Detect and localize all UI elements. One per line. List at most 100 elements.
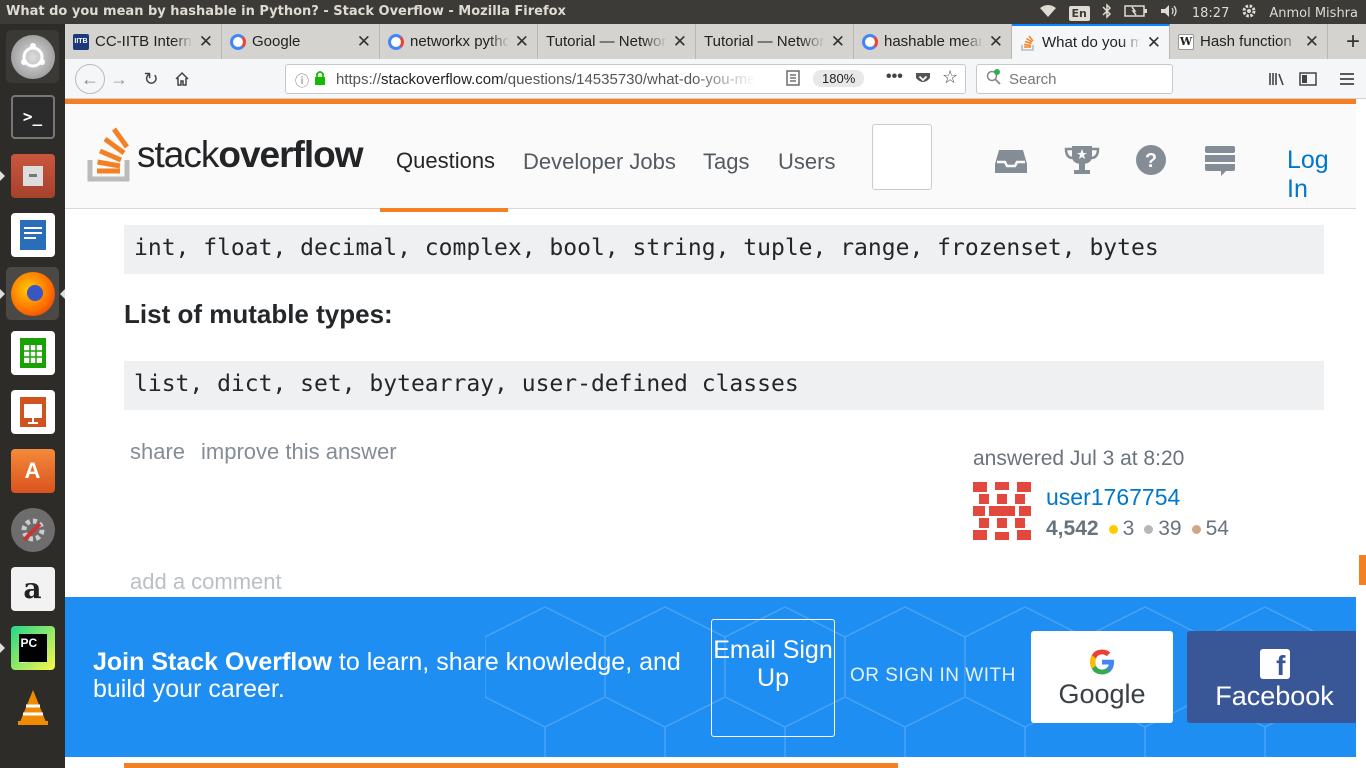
battery-icon[interactable] [1124,5,1148,21]
email-signup-button[interactable]: Email Sign Up [711,619,835,737]
share-link[interactable]: share [130,439,185,465]
settings-wrench-icon [10,507,55,552]
pocket-icon[interactable] [915,70,931,90]
search-bar[interactable]: Search [976,64,1173,94]
launcher-software-center[interactable]: A [6,444,59,497]
bookmark-star-icon[interactable]: ☆ [942,67,958,88]
launcher-calc[interactable] [6,326,59,379]
tab-hash-function[interactable]: W Hash function ✕ [1170,24,1328,59]
tab-networkx[interactable]: networkx python ✕ [380,24,538,59]
new-tab-plus-icon[interactable]: + [1346,28,1360,56]
nav-questions[interactable]: Questions [396,148,495,174]
volume-icon[interactable] [1160,4,1180,22]
shopping-bag-icon: A [10,448,55,493]
header-search-box[interactable] [872,124,932,190]
settings-gear-icon[interactable] [1241,3,1257,23]
tab-close-icon[interactable]: ✕ [989,32,1003,52]
system-tray: En 18:27 Anmol Mishra [1039,3,1358,23]
wifi-icon[interactable] [1039,4,1057,22]
answer-username[interactable]: user1767754 [1046,484,1180,511]
bronze-badge-count: 54 [1205,517,1229,540]
so-wordmark[interactable]: stackoverflow [137,134,364,176]
nav-users[interactable]: Users [778,149,835,175]
tab-google[interactable]: Google ✕ [222,24,380,59]
bronze-badge-icon [1191,524,1201,534]
achievements-trophy-icon[interactable] [1064,142,1100,178]
google-g-icon [1090,649,1114,675]
url-bar[interactable]: ⓘ https://stackoverflow.com/questions/14… [285,64,966,94]
improve-answer-link[interactable]: improve this answer [201,439,397,465]
tab-tutorial-1[interactable]: Tutorial — Network ✕ [538,24,696,59]
user-reputation: 4,542 3 39 54 [1046,517,1229,541]
launcher-ubuntu-dash[interactable] [6,30,59,83]
launcher-pycharm[interactable]: PC _ [0,621,59,674]
user-name[interactable]: Anmol Mishra [1269,6,1358,21]
help-question-icon[interactable]: ? [1133,142,1169,178]
tab-close-icon[interactable]: ✕ [673,32,687,52]
stack-exchange-menu-icon[interactable] [1202,142,1238,178]
page-scrollbar[interactable] [1356,99,1366,768]
back-arrow-icon[interactable]: ← [75,64,105,94]
tab-close-icon[interactable]: ✕ [831,32,845,52]
sidebar-icon[interactable] [1296,67,1320,91]
tab-close-icon[interactable]: ✕ [1305,32,1319,52]
tab-close-icon[interactable]: ✕ [357,32,371,52]
tab-tutorial-2[interactable]: Tutorial — Network ✕ [696,24,854,59]
clock[interactable]: 18:27 [1192,6,1229,21]
forward-arrow-icon[interactable]: → [107,67,131,91]
or-sign-in-label: OR SIGN IN WITH [850,665,1016,686]
iitb-icon: IITB [73,33,89,50]
reader-view-icon[interactable] [786,70,800,90]
so-header: stackoverflow Questions Developer Jobs T… [65,104,1356,212]
zoom-indicator[interactable]: 180% [813,70,865,87]
tab-close-icon[interactable]: ✕ [199,32,213,52]
launcher-files[interactable] [0,149,59,202]
launcher-writer[interactable] [6,208,59,261]
tab-close-icon[interactable]: ✕ [515,32,529,52]
url-text[interactable]: https://stackoverflow.com/questions/1453… [336,71,756,88]
keyboard-layout-indicator[interactable]: En [1068,5,1090,21]
libreoffice-impress-icon [10,389,55,434]
inbox-icon[interactable] [993,142,1029,178]
page-actions-icon[interactable]: ••• [886,68,903,86]
launcher-vlc[interactable] [6,680,59,733]
tab-close-icon[interactable]: ✕ [1147,33,1161,53]
bluetooth-icon[interactable] [1102,3,1112,23]
launcher-system-settings[interactable] [6,503,59,556]
gold-badge-count: 3 [1122,517,1135,540]
tab-cc-iitb[interactable]: IITB CC-IITB Internet ✕ [65,24,222,59]
hamburger-menu-icon[interactable] [1335,67,1359,91]
log-in-link[interactable]: Log In [1287,146,1356,204]
launcher-amazon[interactable]: a [6,562,59,615]
so-logo[interactable] [87,126,135,187]
site-info-icon[interactable]: ⓘ [295,71,309,91]
scrollbar-thumb[interactable] [1359,555,1366,585]
libreoffice-calc-icon [10,330,55,375]
tab-strip: IITB CC-IITB Internet ✕ Google ✕ network… [65,24,1366,59]
nav-developer-jobs[interactable]: Developer Jobs [523,149,676,175]
nav-tags[interactable]: Tags [703,149,749,175]
ubuntu-logo-icon [10,34,55,79]
launcher-firefox[interactable] [0,267,65,320]
mutable-types-code: list, dict, set, bytearray, user-defined… [124,361,1324,410]
home-icon[interactable] [170,67,194,91]
google-signin-button[interactable]: Google [1031,631,1173,723]
search-icon [986,69,1002,89]
launcher-impress[interactable] [6,385,59,438]
pycharm-icon: PC _ [10,625,55,670]
reload-icon[interactable]: ↻ [139,67,163,91]
launcher-terminal[interactable]: >_ [6,90,59,143]
firefox-icon [10,271,55,316]
library-icon[interactable] [1265,67,1289,91]
immutable-types-code: int, float, decimal, complex, bool, stri… [124,225,1324,274]
file-cabinet-icon [10,153,55,198]
facebook-signin-button[interactable]: f Facebook [1187,631,1356,723]
amazon-icon: a [10,566,55,611]
libreoffice-writer-icon [10,212,55,257]
add-comment-link[interactable]: add a comment [130,569,282,595]
tab-hashable-meaning[interactable]: hashable meaning ✕ [854,24,1012,59]
tab-stackoverflow-active[interactable]: What do you mean ✕ [1012,24,1170,59]
user-avatar[interactable] [973,482,1031,540]
secure-lock-icon[interactable] [314,70,326,90]
silver-badge-icon [1144,524,1154,534]
